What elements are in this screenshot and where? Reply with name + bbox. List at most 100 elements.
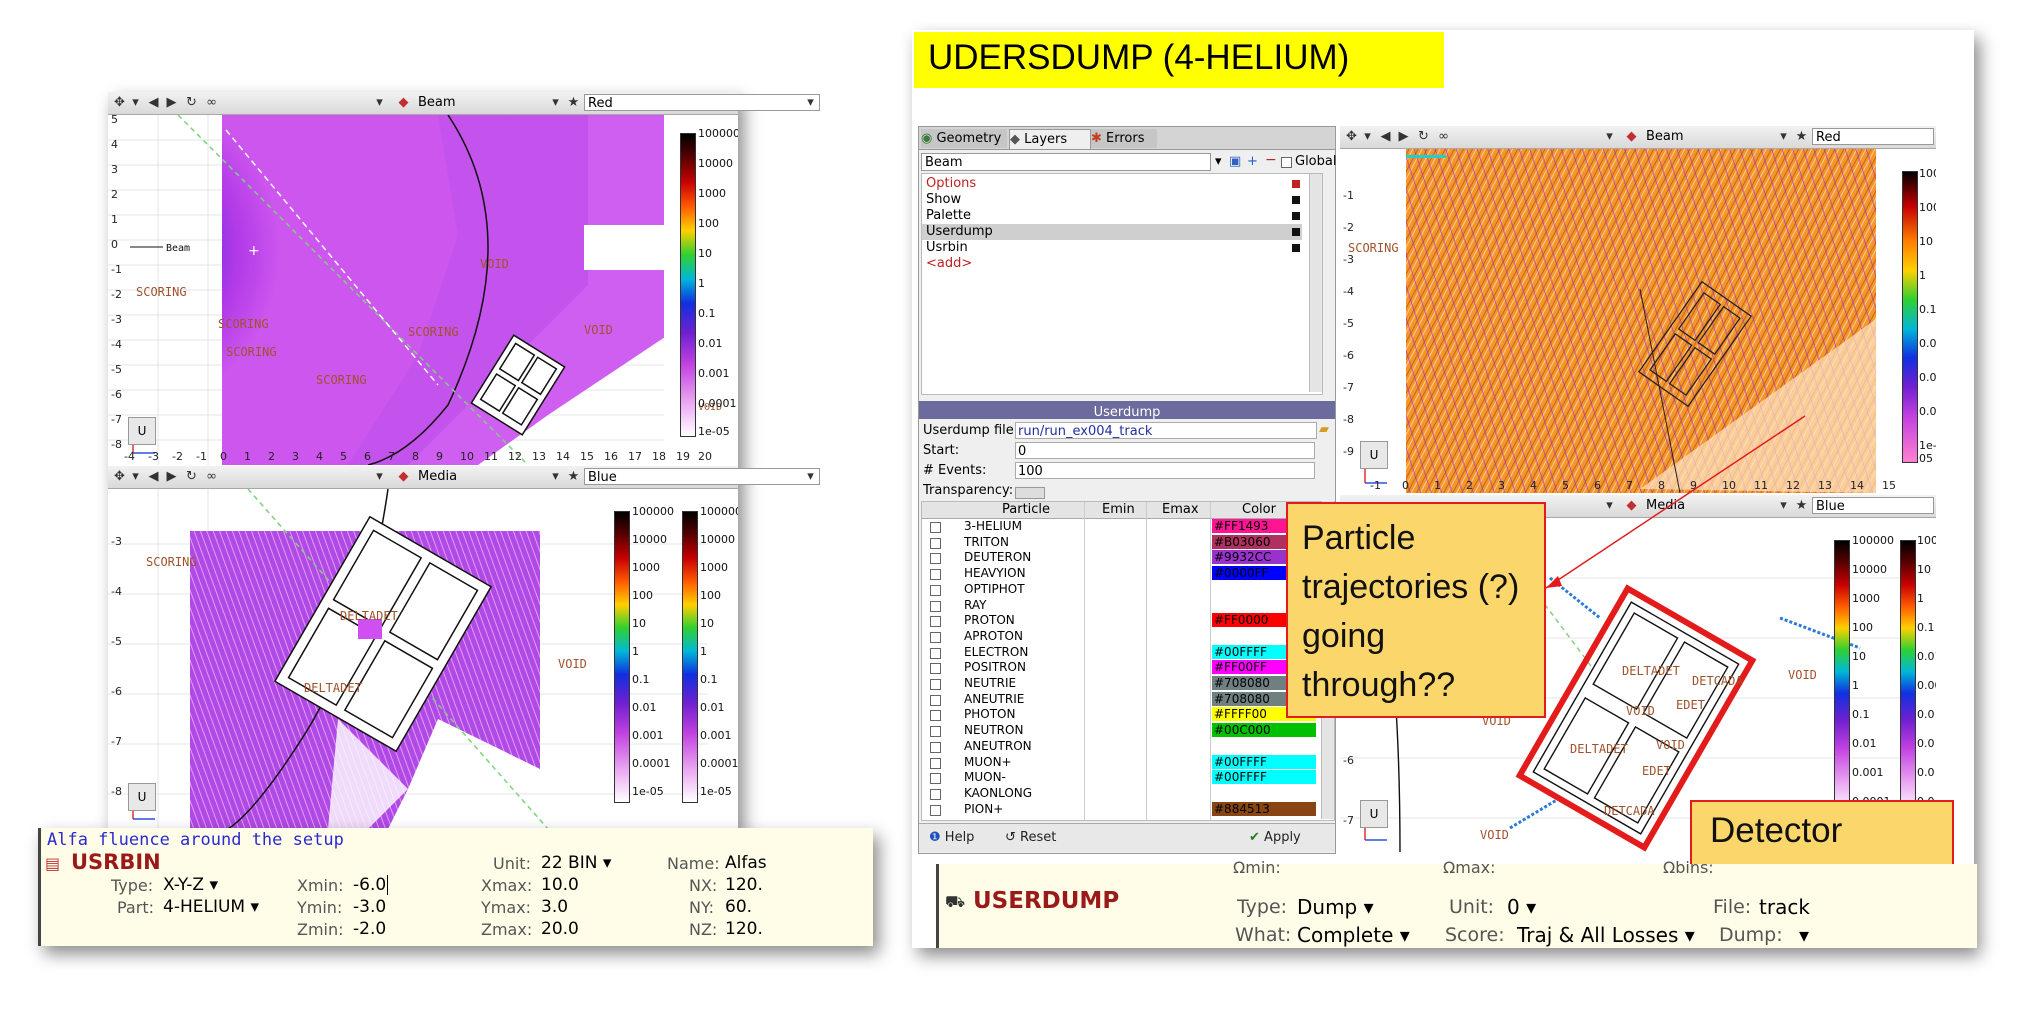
left-top-plot[interactable]: + Beam SCORING SCORING SCORING SCORING S…	[108, 115, 738, 465]
particle-checkbox[interactable]	[930, 600, 941, 612]
col-header-color[interactable]: Color	[1242, 502, 1276, 518]
table-row[interactable]: PROTON #FF0000	[922, 613, 1334, 628]
xmin-field[interactable]: -6.0	[353, 875, 389, 895]
layer-combo-label[interactable]: Beam	[1646, 129, 1684, 144]
chevron-down-icon[interactable]: ▾	[1360, 129, 1375, 144]
particle-checkbox[interactable]	[930, 679, 941, 690]
particle-checkbox[interactable]	[930, 663, 941, 675]
move-icon[interactable]: ✥	[1344, 129, 1359, 144]
right-top-plot[interactable]: SCORING U -1 -2 -3 -4 -5 -6 -7 -8 -9 -1 …	[1340, 149, 1936, 493]
tab-geometry[interactable]: ◉ Geometry	[921, 129, 1007, 148]
chevron-down-icon[interactable]: ▾	[1602, 498, 1617, 513]
col-header-emin[interactable]: Emin	[1102, 502, 1135, 518]
layer-item-show[interactable]: Show	[926, 192, 961, 207]
layer-combo[interactable]: Beam	[921, 153, 1211, 171]
refresh-icon[interactable]: ↻	[184, 469, 199, 484]
table-row[interactable]: DEUTERON #9932CC	[922, 550, 1334, 565]
col-header-emax[interactable]: Emax	[1162, 502, 1199, 518]
particle-checkbox[interactable]	[930, 537, 941, 549]
layer-item-userdump[interactable]: Userdump	[926, 224, 993, 239]
tab-errors[interactable]: ✱ Errors	[1091, 129, 1157, 148]
file-field[interactable]: track	[1759, 895, 1810, 919]
star-icon[interactable]: ★	[1794, 129, 1809, 144]
table-row[interactable]: APROTON	[922, 629, 1334, 644]
layer-item-palette[interactable]: Palette	[926, 208, 971, 223]
particle-checkbox[interactable]	[930, 553, 941, 565]
particle-checkbox[interactable]	[930, 584, 941, 596]
refresh-icon[interactable]: ↻	[184, 95, 199, 110]
ny-field[interactable]: 60.	[725, 897, 752, 917]
particle-checkbox[interactable]	[930, 773, 941, 785]
chevron-down-icon[interactable]: ▾	[803, 95, 818, 110]
table-row[interactable]: PION+ #884513	[922, 801, 1334, 817]
back-icon[interactable]: ◀	[1378, 129, 1393, 144]
particle-checkbox[interactable]	[930, 522, 941, 533]
move-icon[interactable]: ✥	[112, 95, 127, 110]
particle-checkbox[interactable]	[930, 788, 941, 800]
table-row[interactable]: ANEUTRIE #708080	[922, 691, 1334, 707]
particle-checkbox[interactable]	[930, 741, 941, 753]
star-icon[interactable]: ★	[1794, 498, 1809, 513]
particle-checkbox[interactable]	[930, 726, 941, 738]
layer-item-usrbin[interactable]: Usrbin	[926, 240, 968, 255]
table-row[interactable]: KAONLONG	[922, 786, 1334, 801]
chevron-down-icon[interactable]: ▾	[128, 95, 143, 110]
table-row[interactable]: TRITON #B03060	[922, 534, 1334, 550]
link-icon[interactable]: ∞	[1436, 129, 1451, 144]
xmax-field[interactable]: 10.0	[541, 875, 579, 895]
table-row[interactable]: PHOTON #FFFF00	[922, 707, 1334, 722]
layer-item-options[interactable]: Options	[926, 176, 976, 191]
file-input[interactable]: run/run_ex004_track	[1015, 422, 1317, 439]
what-select[interactable]: Complete ▾	[1297, 923, 1410, 947]
zmax-field[interactable]: 20.0	[541, 919, 579, 939]
palette-combo[interactable]: Red	[1812, 128, 1934, 145]
chevron-down-icon[interactable]: ▾	[1776, 498, 1791, 513]
transparency-slider[interactable]	[1015, 487, 1045, 499]
axis-widget[interactable]: U	[1360, 441, 1388, 469]
layer-combo-label[interactable]: Media	[418, 469, 457, 484]
reset-button[interactable]: ↺ Reset	[1005, 830, 1056, 845]
star-icon[interactable]: ★	[566, 469, 581, 484]
dump-select[interactable]: ▾	[1799, 923, 1809, 947]
refresh-icon[interactable]: ↻	[1416, 129, 1431, 144]
particle-checkbox[interactable]	[930, 694, 941, 706]
ymin-field[interactable]: -3.0	[353, 897, 386, 917]
chevron-down-icon[interactable]: ▾	[128, 469, 143, 484]
events-spinbox[interactable]: 100	[1015, 462, 1315, 479]
particle-checkbox[interactable]	[930, 757, 941, 769]
table-row[interactable]: POSITRON #FF00FF	[922, 660, 1334, 675]
forward-icon[interactable]: ▶	[164, 469, 179, 484]
table-row[interactable]: 3-HELIUM #FF1493	[922, 519, 1334, 534]
table-row[interactable]: RAY	[922, 598, 1334, 613]
forward-icon[interactable]: ▶	[1396, 129, 1411, 144]
axis-widget[interactable]: U	[1360, 800, 1388, 828]
chevron-down-icon[interactable]: ▾	[1215, 154, 1222, 169]
type-select[interactable]: X-Y-Z ▾	[163, 875, 218, 895]
scrollbar[interactable]	[1309, 174, 1322, 392]
table-row[interactable]: ELECTRON #00FFFF	[922, 644, 1334, 660]
type-select[interactable]: Dump ▾	[1297, 895, 1374, 919]
particle-checkbox[interactable]	[930, 616, 941, 628]
chevron-down-icon[interactable]: ▾	[803, 469, 818, 484]
table-row[interactable]: MUON+ #00FFFF	[922, 754, 1334, 770]
part-select[interactable]: 4-HELIUM ▾	[163, 897, 259, 917]
axis-widget[interactable]: U	[128, 417, 156, 445]
help-button[interactable]: ❶ Help	[929, 830, 974, 845]
star-icon[interactable]: ★	[566, 95, 581, 110]
particle-color-swatch[interactable]: #00FFFF	[1212, 770, 1316, 785]
particle-checkbox[interactable]	[930, 710, 941, 722]
particle-checkbox[interactable]	[930, 631, 941, 643]
chevron-down-icon[interactable]: ▾	[548, 469, 563, 484]
move-icon[interactable]: ✥	[112, 469, 127, 484]
tab-layers[interactable]: ◆ Layers	[1009, 129, 1091, 149]
particle-checkbox[interactable]	[930, 569, 941, 581]
left-bottom-plot[interactable]: SCORING DELTADET DELTADET VOID U -3 -4 -…	[108, 489, 738, 829]
particle-color-swatch[interactable]: #00FFFF	[1212, 754, 1316, 769]
palette-combo[interactable]: Red	[584, 94, 820, 111]
nx-field[interactable]: 120.	[725, 875, 763, 895]
table-row[interactable]: NEUTRON #00C000	[922, 723, 1334, 738]
particle-checkbox[interactable]	[930, 804, 941, 816]
unit-select[interactable]: 0 ▾	[1507, 895, 1536, 919]
start-spinbox[interactable]: 0	[1015, 442, 1315, 459]
chevron-down-icon[interactable]: ▾	[372, 95, 387, 110]
